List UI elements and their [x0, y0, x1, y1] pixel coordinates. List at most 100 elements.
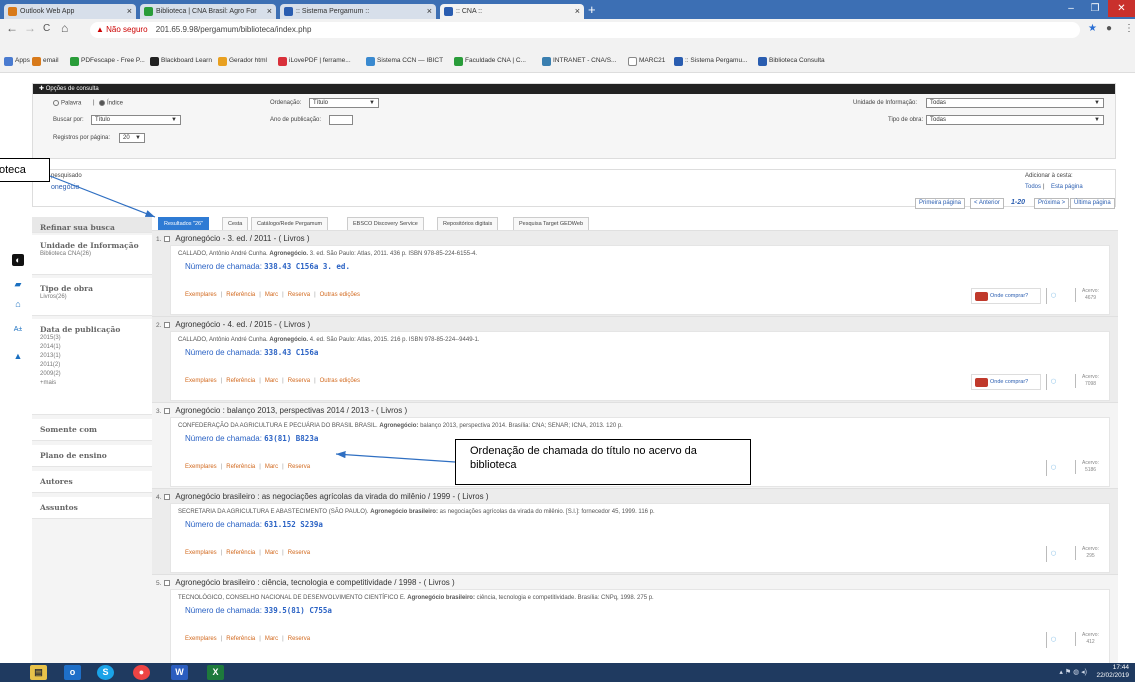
tab-target[interactable]: Pesquisa Target GEDWeb	[513, 217, 589, 230]
bookmark-intranet[interactable]: INTRANET - CNA/S...	[542, 57, 616, 66]
link-reserva[interactable]: Reserva	[288, 292, 310, 298]
tab-outlook[interactable]: Outlook Web App ×	[4, 4, 136, 19]
comment-icon[interactable]: ◌	[1046, 546, 1060, 562]
link-referencia[interactable]: Referência	[226, 550, 255, 556]
comment-icon[interactable]: ◌	[1046, 288, 1060, 304]
link-marc[interactable]: Marc	[265, 464, 278, 470]
buscar-select[interactable]: Título ▼	[91, 115, 181, 125]
url-input[interactable]: ▲ Não seguro 201.65.9.98/pergamum/biblio…	[90, 22, 1080, 38]
add-all-link[interactable]: Todos	[1025, 184, 1041, 190]
security-label[interactable]: Não seguro	[106, 25, 147, 34]
link-reserva[interactable]: Reserva	[288, 636, 310, 642]
where-to-buy-button[interactable]: Onde comprar?	[971, 374, 1041, 390]
clock[interactable]: 17:44 22/02/2019	[1096, 664, 1129, 680]
close-icon[interactable]: ×	[575, 4, 580, 19]
forward-button[interactable]: →	[24, 21, 36, 35]
link-exemplares[interactable]: Exemplares	[185, 292, 217, 298]
link-marc[interactable]: Marc	[265, 378, 278, 384]
where-to-buy-button[interactable]: Onde comprar?	[971, 288, 1041, 304]
close-icon[interactable]: ×	[427, 4, 432, 19]
word-icon[interactable]: W	[171, 665, 188, 680]
outlook-icon[interactable]: o	[64, 665, 81, 680]
bookmark-gerador[interactable]: Gerador html	[218, 57, 267, 66]
link-reserva[interactable]: Reserva	[288, 464, 310, 470]
comment-icon[interactable]: ◌	[1046, 460, 1060, 476]
radio-palavra[interactable]: Palavra	[53, 100, 81, 107]
close-window-button[interactable]: ✕	[1108, 0, 1135, 17]
bookmark-biblioteca-consulta[interactable]: Biblioteca Consulta	[758, 57, 825, 66]
record-title[interactable]: 2. Agronegócio - 4. ed. / 2015 - ( Livros…	[156, 320, 310, 329]
unidade-select[interactable]: Todas ▼	[926, 98, 1104, 108]
minimize-button[interactable]: –	[1060, 0, 1082, 17]
link-reserva[interactable]: Reserva	[288, 550, 310, 556]
close-icon[interactable]: ×	[127, 4, 132, 19]
link-marc[interactable]: Marc	[265, 292, 278, 298]
facet-item[interactable]: 2015(3)	[40, 334, 152, 343]
bookmark-ilovepdf[interactable]: iLovePDF | ferrame...	[278, 57, 351, 66]
link-referencia[interactable]: Referência	[226, 464, 255, 470]
maximize-button[interactable]: ❐	[1084, 0, 1106, 17]
tab-cna[interactable]: :: CNA :: ×	[440, 4, 584, 19]
home-button[interactable]: ⌂	[61, 21, 68, 35]
last-page-button[interactable]: Última página	[1070, 198, 1115, 209]
contrast-icon[interactable]: ◐	[12, 254, 24, 266]
bookmark-pergamum[interactable]: :: Sistema Pergamu...	[674, 57, 748, 66]
select-checkbox[interactable]	[164, 321, 171, 328]
excel-icon[interactable]: X	[207, 665, 224, 680]
link-exemplares[interactable]: Exemplares	[185, 378, 217, 384]
first-page-button[interactable]: Primeira página	[915, 198, 966, 209]
link-referencia[interactable]: Referência	[226, 636, 255, 642]
link-outras-edicoes[interactable]: Outras edições	[320, 378, 360, 384]
bookmark-blackboard[interactable]: Blackboard Learn	[150, 57, 212, 66]
link-marc[interactable]: Marc	[265, 636, 278, 642]
font-size-icon[interactable]: A±	[12, 324, 24, 336]
facet-plano[interactable]: Plano de ensino	[32, 445, 152, 467]
system-tray[interactable]: ▴ ⚑ ◍ ◂)	[1059, 668, 1087, 676]
select-checkbox[interactable]	[164, 407, 171, 414]
facet-item[interactable]: 2014(1)	[40, 343, 152, 352]
facet-item[interactable]: 2013(1)	[40, 352, 152, 361]
new-tab-button[interactable]: +	[588, 2, 596, 17]
facet-tipo[interactable]: Tipo de obra Livros(26)	[32, 278, 152, 316]
facet-item[interactable]: Biblioteca CNA(26)	[40, 250, 152, 259]
link-exemplares[interactable]: Exemplares	[185, 636, 217, 642]
record-title[interactable]: 5. Agronegócio brasileiro : ciência, tecn…	[156, 578, 455, 587]
facet-item[interactable]: Livros(26)	[40, 293, 152, 302]
tab-repositorios[interactable]: Repositórios digitais	[437, 217, 499, 230]
next-page-button[interactable]: Próxima >	[1034, 198, 1070, 209]
explorer-icon[interactable]: ▤	[30, 665, 47, 680]
tipo-select[interactable]: Todas ▼	[926, 115, 1104, 125]
prev-page-button[interactable]: < Anterior	[970, 198, 1004, 209]
facet-somente[interactable]: Somente com	[32, 419, 152, 441]
link-referencia[interactable]: Referência	[226, 378, 255, 384]
facet-more[interactable]: +mais	[40, 379, 152, 388]
facet-autores[interactable]: Autores	[32, 471, 152, 493]
link-outras-edicoes[interactable]: Outras edições	[320, 292, 360, 298]
bookmark-star-icon[interactable]: ★	[1088, 23, 1097, 34]
facet-unidade[interactable]: Unidade de Informação Biblioteca CNA(26)	[32, 235, 152, 275]
link-reserva[interactable]: Reserva	[288, 378, 310, 384]
close-icon[interactable]: ×	[267, 4, 272, 19]
bookmark-marc21[interactable]: MARC21	[628, 57, 665, 66]
link-exemplares[interactable]: Exemplares	[185, 550, 217, 556]
chrome-icon[interactable]: ●	[133, 665, 150, 680]
arrow-up-icon[interactable]: ▲	[12, 350, 24, 362]
menu-icon[interactable]: ⋮	[1124, 23, 1134, 34]
pergamum-small-icon[interactable]: ▰	[12, 278, 24, 290]
add-page-link[interactable]: Esta página	[1051, 184, 1083, 190]
reload-button[interactable]: C	[43, 23, 50, 34]
options-header[interactable]: ✚ Opções de consulta	[33, 84, 1115, 94]
record-title[interactable]: 4. Agronegócio brasileiro : as negociaçõe…	[156, 492, 488, 501]
bookmark-pdfescape[interactable]: PDFescape - Free P...	[70, 57, 145, 66]
record-title[interactable]: 1. Agronegócio - 3. ed. / 2011 - ( Livros…	[156, 234, 310, 243]
select-checkbox[interactable]	[164, 579, 171, 586]
tab-catalogo[interactable]: Catálogo/Rede Pergamum	[251, 217, 329, 230]
bookmark-ccn[interactable]: Sistema CCN — IBICT	[366, 57, 443, 66]
skype-icon[interactable]: S	[97, 665, 114, 680]
home-icon[interactable]: ⌂	[12, 298, 24, 310]
link-exemplares[interactable]: Exemplares	[185, 464, 217, 470]
bookmark-apps[interactable]: Apps	[4, 57, 30, 66]
radio-indice[interactable]: Índice	[99, 100, 123, 107]
ordenacao-select[interactable]: Título ▼	[309, 98, 379, 108]
tab-biblioteca[interactable]: Biblioteca | CNA Brasil: Agro For ×	[140, 4, 276, 19]
